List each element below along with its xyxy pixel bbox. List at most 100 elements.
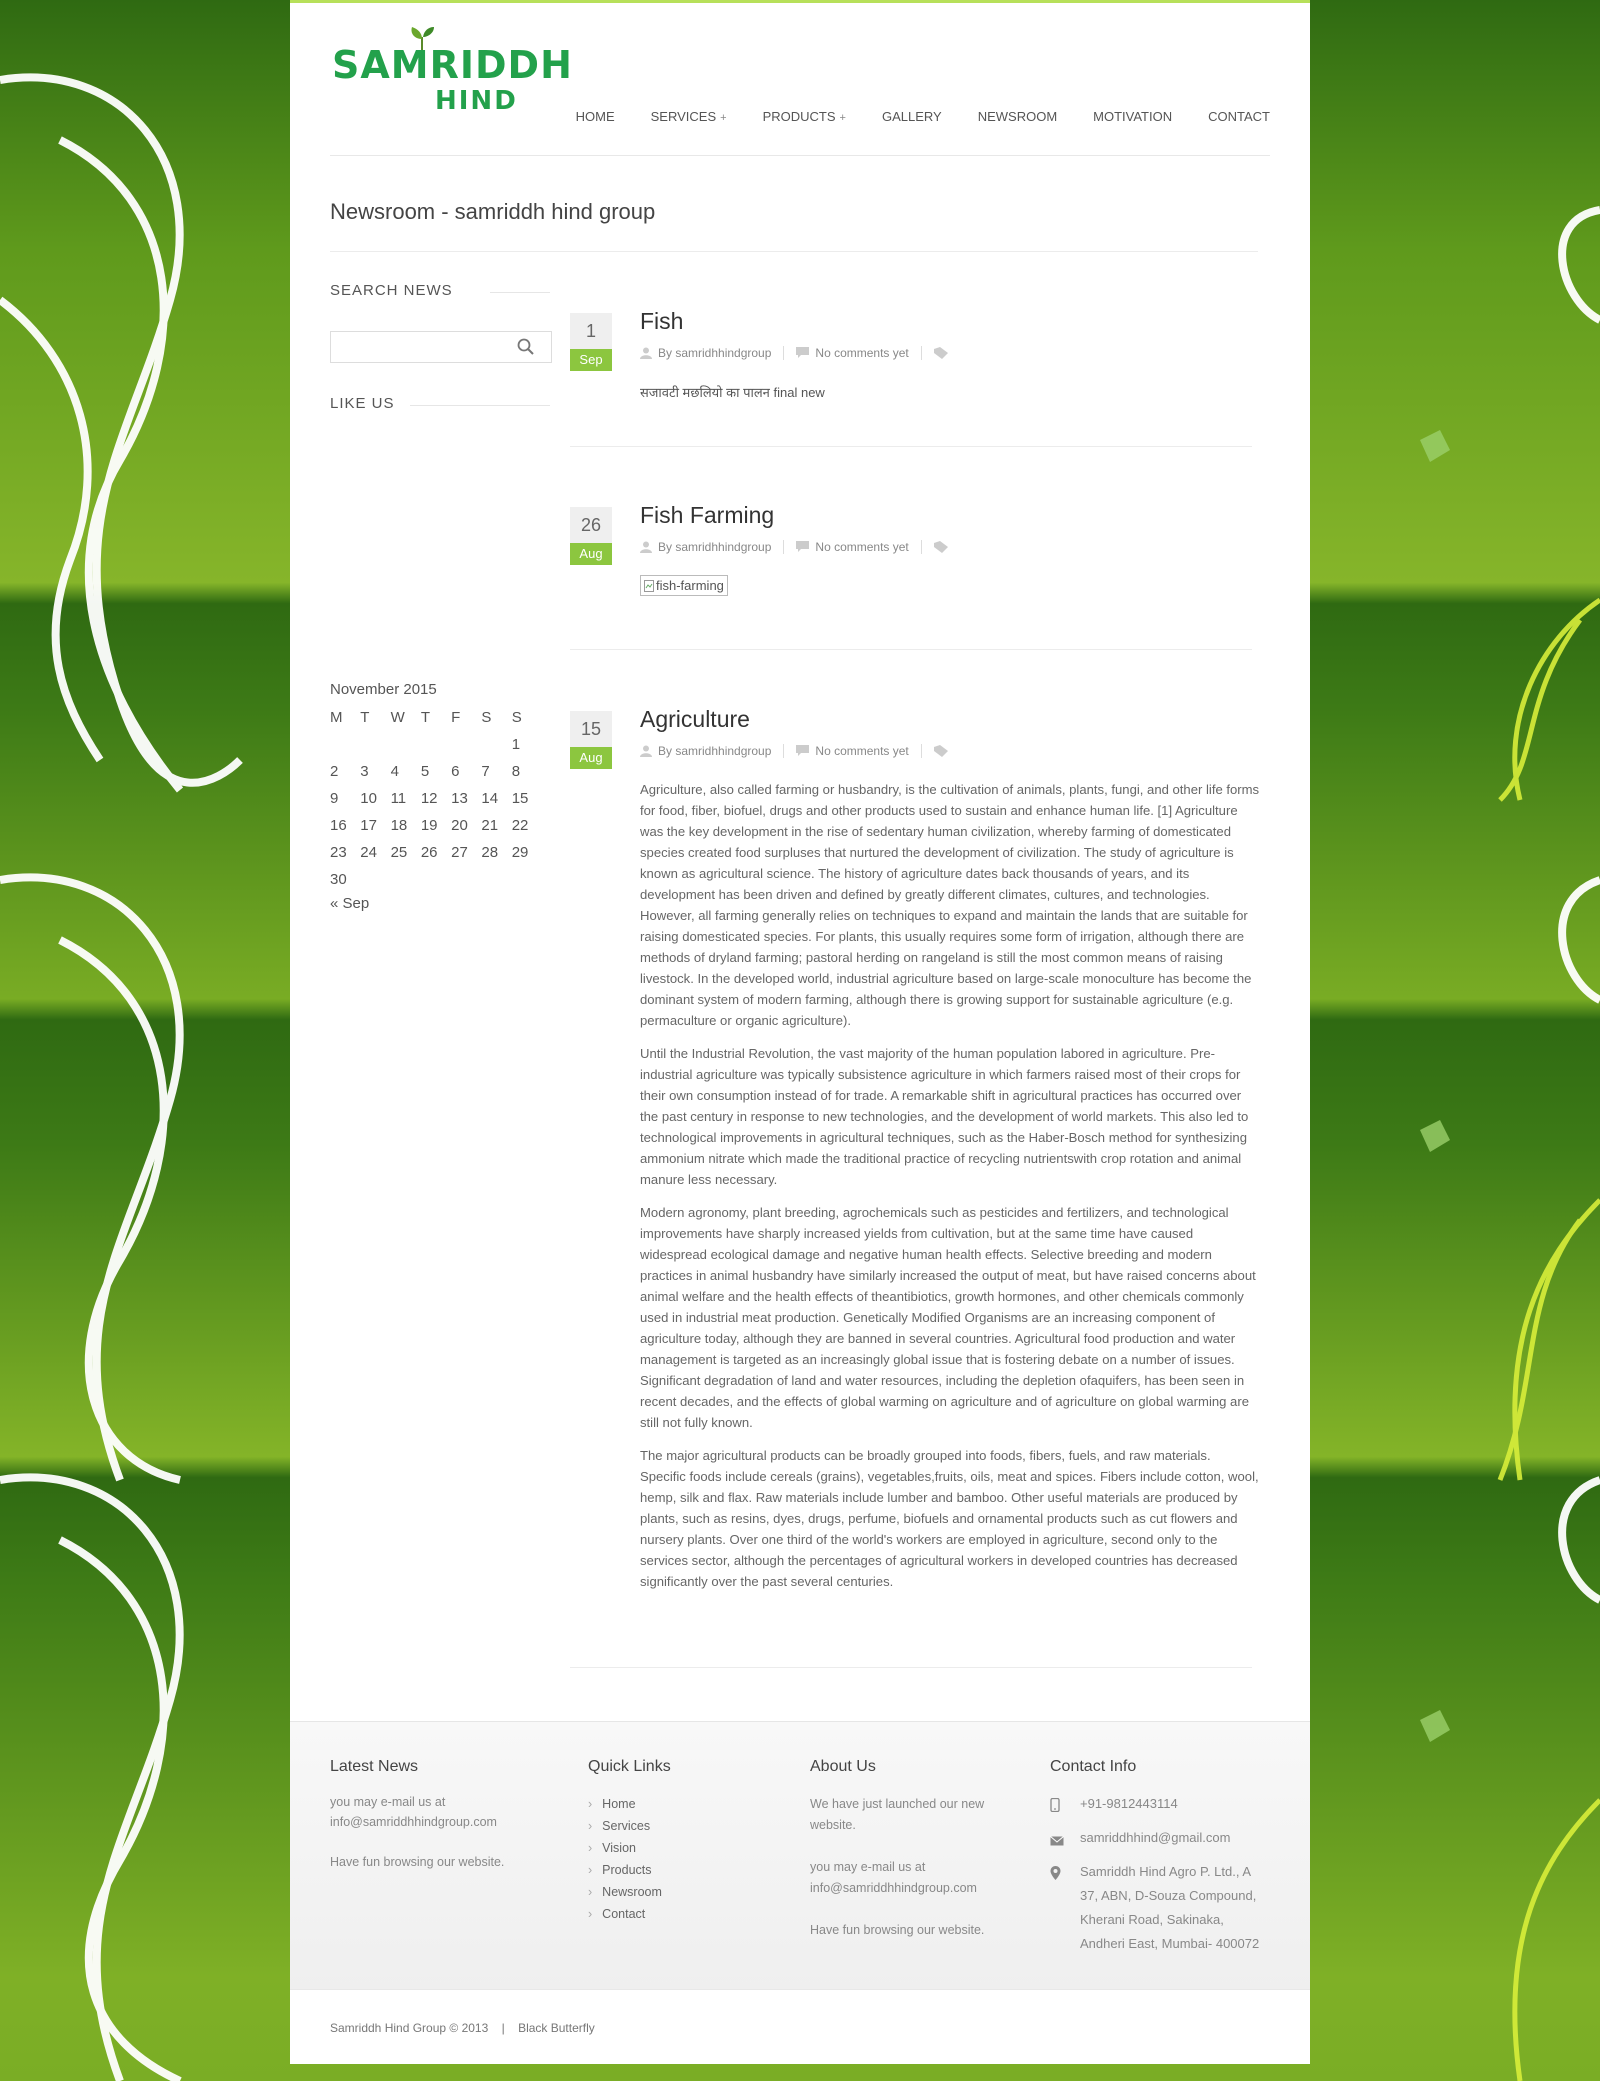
footer-latest-text: you may e-mail us at info@samriddhhindgr… bbox=[330, 1792, 504, 1872]
post-title-fish-farming[interactable]: Fish Farming bbox=[640, 502, 774, 529]
post-comments-link[interactable]: No comments yet bbox=[815, 540, 908, 554]
post-divider bbox=[570, 1667, 1252, 1668]
search-widget-title: SEARCH NEWS bbox=[330, 282, 453, 299]
contact-phone[interactable]: +91-9812443114 bbox=[1080, 1792, 1178, 1816]
contact-address-row: Samriddh Hind Agro P. Ltd., A 37, ABN, D… bbox=[1050, 1860, 1290, 1956]
footer-quicklinks-list: › Home › Services › Vision › Products › Newsr… bbox=[588, 1793, 662, 1925]
address-line: Samriddh Hind Agro P. Ltd., A bbox=[1080, 1864, 1252, 1879]
tag-icon bbox=[933, 745, 948, 757]
nav-newsroom[interactable]: NEWSROOM bbox=[978, 109, 1057, 124]
logo-text-secondary[interactable]: HIND bbox=[435, 86, 518, 116]
chevron-right-icon: › bbox=[588, 1841, 593, 1855]
nav-gallery[interactable]: GALLERY bbox=[882, 109, 942, 124]
weekday-header: M bbox=[330, 709, 343, 726]
nav-products-label: PRODUCTS bbox=[762, 109, 836, 124]
calendar-day bbox=[421, 731, 451, 758]
nav-services[interactable]: SERVICES + bbox=[651, 109, 727, 124]
footer-about-email[interactable]: info@samriddhhindgroup.com bbox=[810, 1878, 984, 1899]
post-author[interactable]: By samridhhindgroup bbox=[658, 540, 771, 554]
nav-contact[interactable]: CONTACT bbox=[1208, 109, 1270, 124]
footer-about-line: you may e-mail us at bbox=[810, 1860, 926, 1874]
weekday-header: T bbox=[360, 709, 370, 726]
nav-products[interactable]: PRODUCTS + bbox=[763, 109, 846, 124]
nav-newsroom-label: NEWSROOM bbox=[977, 109, 1058, 124]
post-comments-link[interactable]: No comments yet bbox=[815, 346, 908, 360]
footer-link-contact[interactable]: › Contact bbox=[588, 1903, 662, 1925]
post-author[interactable]: By samridhhindgroup bbox=[658, 744, 771, 758]
chevron-right-icon: › bbox=[588, 1797, 593, 1811]
calendar-day bbox=[481, 866, 511, 893]
calendar-day bbox=[421, 866, 451, 893]
post-image-broken[interactable]: fish-farming bbox=[640, 575, 728, 596]
footer-link-vision[interactable]: › Vision bbox=[588, 1837, 662, 1859]
post-date-month: Aug bbox=[570, 543, 612, 565]
main-navigation: HOME SERVICES + PRODUCTS + GALLERY NEWSROO… bbox=[540, 109, 1270, 124]
calendar-day: 23 bbox=[330, 844, 347, 861]
like-widget-title: LIKE US bbox=[330, 395, 395, 412]
post-meta: By samridhhindgroup No comments yet bbox=[640, 346, 954, 360]
chevron-right-icon: › bbox=[588, 1819, 593, 1833]
footer-link-services[interactable]: › Services bbox=[588, 1815, 662, 1837]
calendar-day: 6 bbox=[451, 763, 460, 780]
footer: Latest News you may e-mail us at info@sa… bbox=[290, 1721, 1310, 1990]
contact-email[interactable]: samriddhhind@gmail.com bbox=[1080, 1826, 1230, 1850]
submenu-plus-icon: + bbox=[720, 112, 727, 124]
tag-icon bbox=[933, 541, 948, 553]
calendar-day: 18 bbox=[390, 817, 408, 834]
logo-text-primary[interactable]: SAMRIDDH bbox=[332, 43, 573, 87]
footer-link-products[interactable]: › Products bbox=[588, 1859, 662, 1881]
calendar-day: 13 bbox=[451, 790, 468, 807]
calendar-day bbox=[481, 731, 511, 758]
calendar-day: 26 bbox=[420, 844, 438, 861]
footer-about-line: Have fun browsing our website. bbox=[810, 1923, 985, 1937]
calendar-day: 2 bbox=[330, 763, 339, 780]
post-author[interactable]: By samridhhindgroup bbox=[658, 346, 771, 360]
post-date-month: Sep bbox=[570, 349, 612, 371]
user-icon bbox=[640, 347, 652, 359]
calendar-day bbox=[330, 731, 360, 758]
calendar-day bbox=[391, 731, 421, 758]
search-icon[interactable] bbox=[516, 337, 536, 357]
footer-about-text: We have just launched our new website. y… bbox=[810, 1794, 984, 1941]
post-title-fish[interactable]: Fish bbox=[640, 308, 683, 335]
calendar-caption: November 2015 bbox=[330, 681, 437, 698]
calendar-day: 11 bbox=[390, 790, 407, 807]
footer-link-home[interactable]: › Home bbox=[588, 1793, 662, 1815]
post-date-day: 1 bbox=[570, 313, 612, 349]
widget-title-line bbox=[410, 405, 550, 406]
post-date-badge: 26 Aug bbox=[570, 507, 612, 565]
calendar-prev-month-link[interactable]: « Sep bbox=[330, 895, 550, 912]
user-icon bbox=[640, 541, 652, 553]
calendar-day: 28 bbox=[481, 844, 499, 861]
meta-divider bbox=[783, 744, 785, 758]
footer-contact-list: +91-9812443114 samriddhhind@gmail.com Sa… bbox=[1050, 1792, 1290, 1956]
weekday-header: S bbox=[481, 709, 492, 726]
nav-motivation[interactable]: MOTIVATION bbox=[1093, 109, 1172, 124]
footer-link-label: Home bbox=[602, 1797, 636, 1811]
calendar-day: 30 bbox=[330, 871, 347, 888]
nav-home[interactable]: HOME bbox=[576, 109, 615, 124]
calendar-week: 23 24 25 26 27 28 29 bbox=[330, 839, 542, 866]
page-container: SAMRIDDH HIND HOME SERVICES + PRODUCTS + G… bbox=[290, 0, 1310, 2064]
footer-latest-line: Have fun browsing our website. bbox=[330, 1855, 505, 1869]
footer-latest-email[interactable]: info@samriddhhindgroup.com bbox=[330, 1812, 504, 1832]
post-date-badge: 1 Sep bbox=[570, 313, 612, 371]
post-title-agriculture[interactable]: Agriculture bbox=[640, 706, 750, 733]
post-divider bbox=[570, 446, 1252, 447]
footer-contact-title: Contact Info bbox=[1050, 1758, 1137, 1775]
post-date-month: Aug bbox=[570, 747, 612, 769]
calendar-widget: November 2015 M T W T F S S 1 2 3 4 5 6 … bbox=[330, 681, 550, 912]
credit-link[interactable]: Black Butterfly bbox=[518, 2021, 595, 2035]
post-meta: By samridhhindgroup No comments yet bbox=[640, 744, 954, 758]
calendar-day: 14 bbox=[481, 790, 499, 807]
post-comments-link[interactable]: No comments yet bbox=[815, 744, 908, 758]
footer-link-newsroom[interactable]: › Newsroom bbox=[588, 1881, 662, 1903]
calendar-day bbox=[360, 731, 390, 758]
post-paragraph: Modern agronomy, plant breeding, agroche… bbox=[640, 1205, 1256, 1430]
calendar-day: 9 bbox=[330, 790, 339, 807]
calendar-day: 25 bbox=[390, 844, 408, 861]
copyright-divider: | bbox=[501, 2021, 505, 2035]
image-alt-text: fish-farming bbox=[656, 578, 724, 593]
